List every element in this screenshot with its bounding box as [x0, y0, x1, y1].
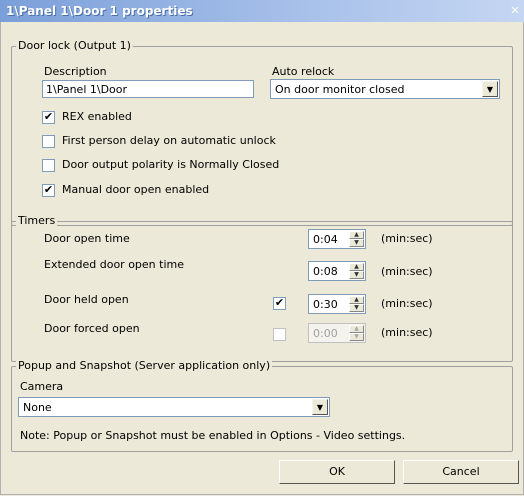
spin-up-icon[interactable]: ▲: [349, 263, 364, 271]
popup-snapshot-group: Popup and Snapshot (Server application o…: [11, 359, 513, 452]
camera-value: None: [23, 401, 52, 414]
door-open-time-unit: (min:sec): [381, 232, 433, 245]
door-open-time-label: Door open time: [44, 232, 130, 245]
spin-up-icon[interactable]: ▲: [349, 231, 364, 239]
door-forced-open-unit: (min:sec): [381, 326, 433, 339]
manual-door-open-checkbox[interactable]: ✔: [42, 184, 55, 197]
description-field[interactable]: 1\Panel 1\Door: [42, 80, 254, 98]
auto-relock-select[interactable]: On door monitor closed ▼: [270, 79, 500, 99]
spin-up-icon[interactable]: ▲: [349, 296, 364, 304]
chevron-down-icon[interactable]: ▼: [312, 399, 328, 415]
extended-door-open-time-unit: (min:sec): [381, 265, 433, 278]
video-settings-note: Note: Popup or Snapshot must be enabled …: [20, 429, 406, 442]
door-lock-legend: Door lock (Output 1): [16, 39, 133, 52]
door-open-time-value: 0:04: [313, 233, 338, 246]
spin-down-icon[interactable]: ▼: [349, 304, 364, 312]
cancel-button[interactable]: Cancel: [403, 460, 519, 484]
output-polarity-checkbox[interactable]: [42, 159, 55, 172]
auto-relock-label: Auto relock: [272, 65, 335, 78]
door-forced-open-label: Door forced open: [44, 322, 140, 335]
camera-label: Camera: [20, 380, 64, 393]
door-held-open-checkbox[interactable]: ✔: [273, 297, 286, 310]
close-icon[interactable]: ✕: [508, 4, 522, 18]
door-forced-open-checkbox[interactable]: [273, 328, 286, 341]
door-held-open-label: Door held open: [44, 293, 129, 306]
extended-door-open-time-spinner[interactable]: 0:08 ▲ ▼: [308, 261, 366, 281]
spin-down-icon[interactable]: ▼: [349, 333, 364, 341]
manual-door-open-label: Manual door open enabled: [62, 183, 210, 196]
camera-select[interactable]: None ▼: [18, 397, 330, 417]
extended-door-open-time-label: Extended door open time: [44, 258, 185, 271]
auto-relock-value: On door monitor closed: [275, 83, 405, 96]
title-bar: 1\Panel 1\Door 1 properties ✕: [0, 0, 524, 22]
door-held-open-value: 0:30: [313, 298, 338, 311]
door-held-open-unit: (min:sec): [381, 297, 433, 310]
description-value: 1\Panel 1\Door: [46, 83, 128, 96]
door-open-time-spinner[interactable]: 0:04 ▲ ▼: [308, 229, 366, 249]
dialog-body: Door lock (Output 1) Description 1\Panel…: [0, 22, 524, 495]
popup-snapshot-legend: Popup and Snapshot (Server application o…: [16, 359, 273, 372]
timers-group: Timers Door open time 0:04 ▲ ▼ (min:sec)…: [11, 214, 513, 362]
first-person-delay-checkbox[interactable]: [42, 135, 55, 148]
spin-down-icon[interactable]: ▼: [349, 239, 364, 247]
first-person-delay-label: First person delay on automatic unlock: [62, 134, 276, 147]
output-polarity-label: Door output polarity is Normally Closed: [62, 158, 280, 171]
ok-button[interactable]: OK: [279, 460, 395, 484]
door-lock-group: Door lock (Output 1) Description 1\Panel…: [11, 39, 513, 226]
spin-down-icon[interactable]: ▼: [349, 271, 364, 279]
rex-enabled-checkbox[interactable]: ✔: [42, 111, 55, 124]
timers-legend: Timers: [16, 214, 58, 227]
window-title: 1\Panel 1\Door 1 properties: [6, 4, 193, 18]
door-held-open-spinner[interactable]: 0:30 ▲ ▼: [308, 294, 366, 314]
chevron-down-icon[interactable]: ▼: [482, 81, 498, 97]
door-forced-open-value: 0:00: [313, 327, 338, 340]
rex-enabled-label: REX enabled: [62, 110, 132, 123]
spin-up-icon[interactable]: ▲: [349, 325, 364, 333]
description-label: Description: [44, 65, 107, 78]
extended-door-open-time-value: 0:08: [313, 265, 338, 278]
door-forced-open-spinner[interactable]: 0:00 ▲ ▼: [308, 323, 366, 343]
